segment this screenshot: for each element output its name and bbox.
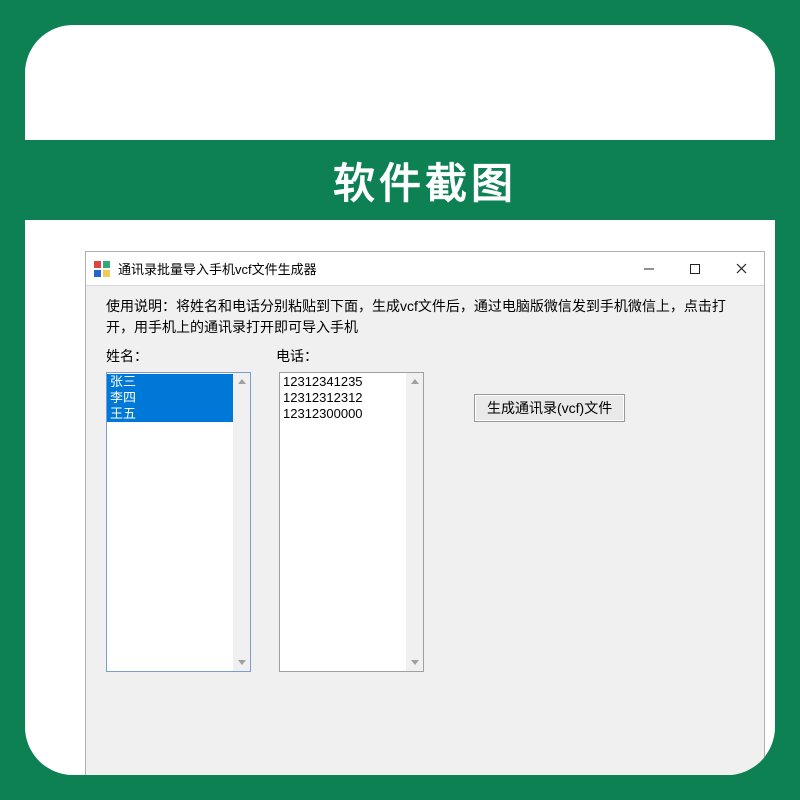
instructions-text: 使用说明：将姓名和电话分别粘贴到下面，生成vcf文件后，通过电脑版微信发到手机微… — [106, 296, 744, 338]
close-button[interactable] — [718, 252, 764, 286]
column-labels: 姓名： 电话： — [106, 346, 744, 366]
list-item[interactable]: 王五 — [107, 406, 250, 422]
list-item[interactable]: 张三 — [107, 374, 250, 390]
list-item[interactable]: 12312300000 — [280, 406, 423, 422]
client-area: 使用说明：将姓名和电话分别粘贴到下面，生成vcf文件后，通过电脑版微信发到手机微… — [86, 286, 764, 775]
phone-label: 电话： — [276, 346, 318, 366]
app-icon — [94, 261, 110, 277]
window-title: 通讯录批量导入手机vcf文件生成器 — [118, 259, 626, 278]
banner-title: 软件截图 — [25, 140, 775, 220]
scroll-down-icon[interactable] — [233, 654, 250, 671]
minimize-button[interactable] — [626, 252, 672, 286]
list-item[interactable]: 12312312312 — [280, 390, 423, 406]
generate-vcf-button[interactable]: 生成通讯录(vcf)文件 — [474, 394, 625, 422]
list-item[interactable]: 12312341235 — [280, 374, 423, 390]
titlebar: 通讯录批量导入手机vcf文件生成器 — [86, 252, 764, 286]
scrollbar[interactable] — [406, 373, 423, 671]
app-window: 通讯录批量导入手机vcf文件生成器 使用说明：将姓名和电话分别粘贴到下面，生成v… — [85, 251, 765, 775]
list-item[interactable]: 李四 — [107, 390, 250, 406]
scrollbar[interactable] — [233, 373, 250, 671]
scroll-up-icon[interactable] — [406, 373, 423, 390]
maximize-button[interactable] — [672, 252, 718, 286]
name-label: 姓名： — [106, 346, 276, 366]
scroll-down-icon[interactable] — [406, 654, 423, 671]
names-listbox[interactable]: 张三 李四 王五 — [106, 372, 251, 672]
phones-listbox[interactable]: 12312341235 12312312312 12312300000 — [279, 372, 424, 672]
scroll-up-icon[interactable] — [233, 373, 250, 390]
